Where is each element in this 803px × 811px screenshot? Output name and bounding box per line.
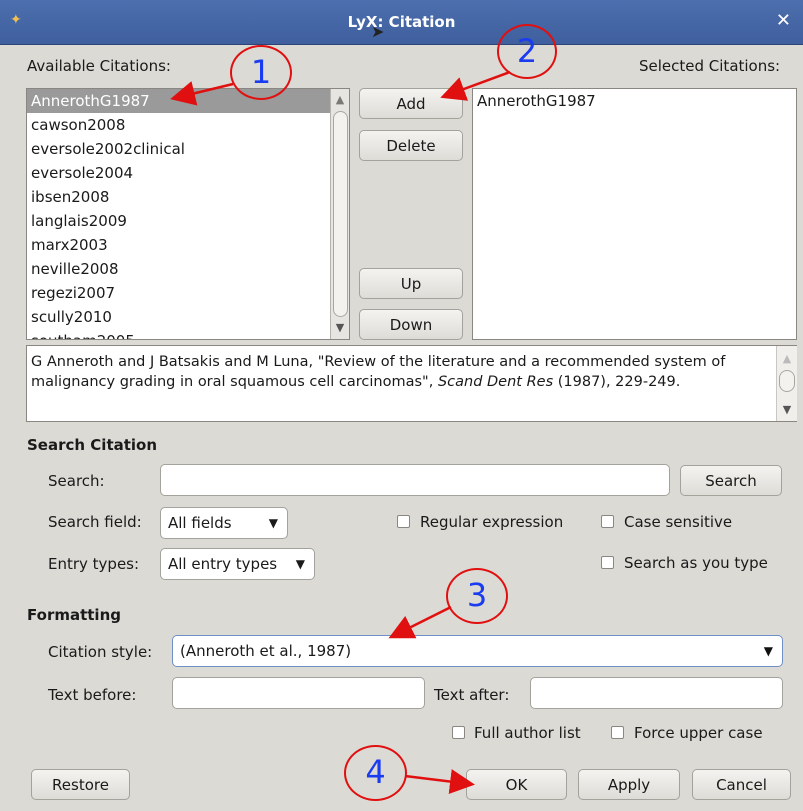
annotation-circle-2: 2 [497, 24, 557, 79]
annotation-arrow-4 [404, 769, 475, 794]
annotation-circle-3: 3 [446, 568, 508, 624]
annotation-arrow-3 [388, 605, 452, 639]
annotation-circle-1: 1 [230, 45, 292, 100]
annotation-arrows [170, 70, 511, 794]
annotation-arrow-1 [170, 81, 234, 106]
annotation-arrow-2 [440, 70, 511, 101]
annotation-circle-4: 4 [344, 745, 407, 801]
